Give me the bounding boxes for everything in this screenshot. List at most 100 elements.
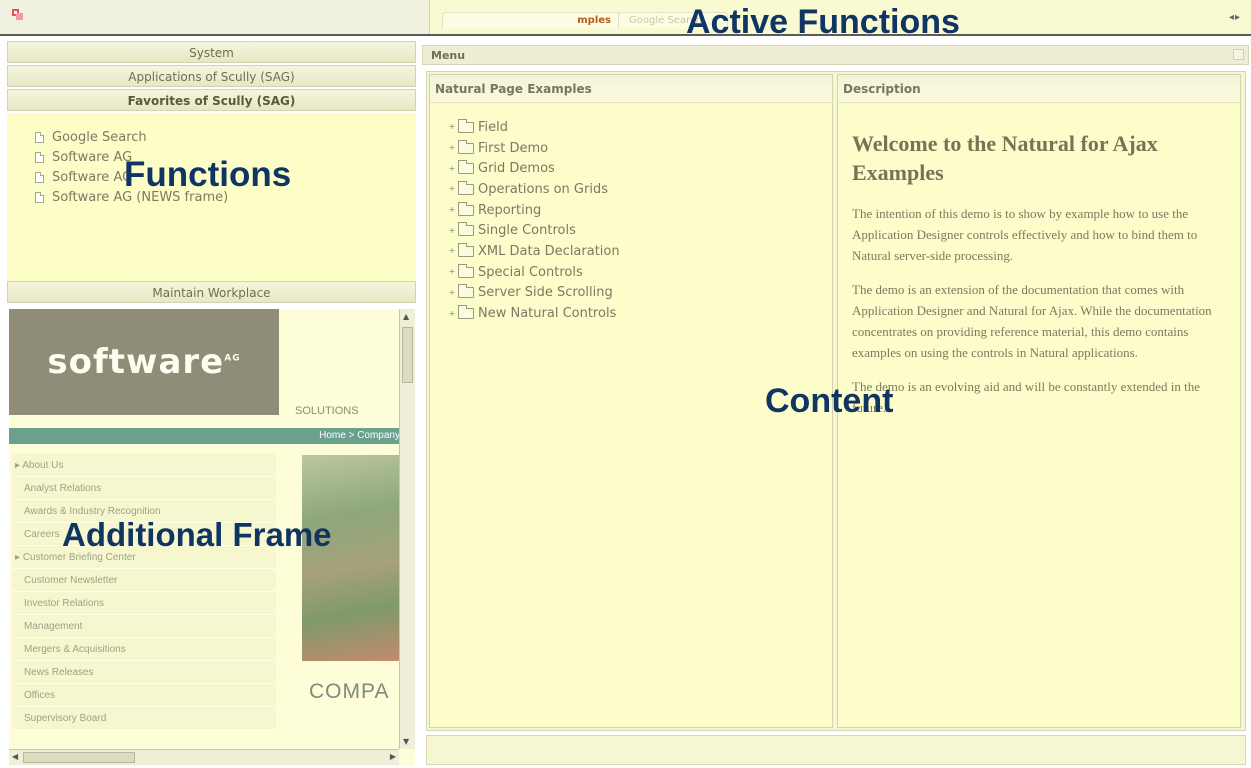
favorite-label: Software AG: [52, 169, 133, 185]
examples-tree: + Field + First Demo + Grid Demos + Operatio…: [430, 103, 832, 324]
tree-item-server-side-scrolling[interactable]: + Server Side Scrolling: [448, 283, 832, 304]
tree-item-reporting[interactable]: + Reporting: [448, 200, 832, 221]
document-icon: [35, 131, 44, 143]
tree-label: Single Controls: [478, 223, 576, 239]
folder-icon: [458, 160, 474, 175]
description-paragraph: The demo is an evolving aid and will be …: [852, 379, 1201, 415]
breadcrumb-bar: Home > Company: [9, 428, 400, 444]
nav-label: Customer Briefing Center: [22, 552, 136, 563]
document-icon: [35, 151, 44, 163]
expand-icon[interactable]: +: [448, 185, 456, 193]
nav-item-offices[interactable]: Offices: [12, 684, 276, 707]
tree-label: Reporting: [478, 202, 542, 218]
nav-item-analyst-relations[interactable]: Analyst Relations: [12, 477, 276, 500]
city-photo: [302, 455, 400, 661]
nav-item-mergers[interactable]: Mergers & Acquisitions: [12, 638, 276, 661]
tree-label: First Demo: [478, 140, 549, 156]
nav-item-news-releases[interactable]: News Releases: [12, 661, 276, 684]
software-ag-logo[interactable]: softwareAG: [9, 309, 279, 415]
accordion-applications[interactable]: Applications of Scully (SAG): [7, 65, 416, 87]
menu-title: Menu: [431, 49, 466, 62]
expand-icon[interactable]: +: [448, 206, 456, 214]
tree-item-special-controls[interactable]: + Special Controls: [448, 262, 832, 283]
folder-icon: [458, 139, 474, 154]
accordion-system[interactable]: System: [7, 41, 416, 63]
logo-sup: AG: [224, 353, 241, 364]
nav-item-supervisory-board[interactable]: Supervisory Board: [12, 707, 276, 730]
annotation-content: Content: [765, 382, 894, 420]
folder-icon: [458, 201, 474, 216]
expand-icon[interactable]: +: [448, 226, 456, 235]
description-body: Welcome to the Natural for Ajax Examples…: [838, 103, 1240, 418]
tree-label: Grid Demos: [478, 161, 555, 177]
close-icon[interactable]: [1233, 49, 1244, 60]
solutions-link[interactable]: SOLUTIONS: [295, 405, 359, 417]
folder-icon: [458, 118, 474, 133]
tree-label: Server Side Scrolling: [478, 285, 613, 301]
tree-item-new-natural-controls[interactable]: + New Natural Controls: [448, 303, 832, 324]
tree-item-field[interactable]: + Field: [448, 117, 832, 138]
tab-scroll-arrows-icon[interactable]: ◂▸: [1229, 12, 1241, 23]
tree-label: New Natural Controls: [478, 306, 617, 322]
accordion-maintain-workplace[interactable]: Maintain Workplace: [7, 281, 416, 303]
annotation-additional-frame: Additional Frame: [62, 516, 332, 553]
annotation-functions: Functions: [124, 155, 292, 194]
nav-item-management[interactable]: Management: [12, 615, 276, 638]
description-paragraph: The demo is an extension of the document…: [852, 282, 1212, 360]
tree-item-xml-data-declaration[interactable]: + XML Data Declaration: [448, 241, 832, 262]
vertical-scrollbar[interactable]: ▲ ▼: [399, 309, 415, 749]
nav-item-customer-newsletter[interactable]: Customer Newsletter: [12, 569, 276, 592]
folder-icon: [458, 180, 474, 195]
tree-label: XML Data Declaration: [478, 243, 620, 259]
tree-item-single-controls[interactable]: + Single Controls: [448, 220, 832, 241]
folder-icon: [458, 305, 474, 320]
tab-label: mples: [577, 15, 611, 26]
favorites-list: Google Search Software AG Software AG So…: [7, 113, 416, 281]
horizontal-scrollbar[interactable]: ◀ ▶: [9, 749, 399, 765]
scroll-down-icon[interactable]: ▼: [403, 737, 409, 746]
scroll-right-icon[interactable]: ▶: [390, 752, 396, 761]
folder-icon: [458, 242, 474, 257]
app-logo-icon[interactable]: [12, 9, 24, 21]
nav-item-investor-relations[interactable]: Investor Relations: [12, 592, 276, 615]
scroll-thumb[interactable]: [402, 327, 413, 383]
expand-icon[interactable]: +: [448, 309, 456, 318]
tab-natural-examples[interactable]: mples: [442, 12, 620, 28]
favorite-label: Software AG: [52, 149, 133, 165]
description-paragraph: The intention of this demo is to show by…: [852, 206, 1198, 263]
logo-text: software: [47, 342, 225, 382]
menu-bar: Menu: [422, 45, 1249, 65]
tree-item-grid-demos[interactable]: + Grid Demos: [448, 158, 832, 179]
expand-icon[interactable]: +: [448, 164, 456, 173]
expand-icon[interactable]: +: [448, 247, 456, 255]
scroll-thumb[interactable]: [23, 752, 135, 763]
tree-item-operations-on-grids[interactable]: + Operations on Grids: [448, 179, 832, 200]
scroll-left-icon[interactable]: ◀: [12, 752, 18, 761]
favorite-label: Google Search: [52, 129, 147, 145]
document-icon: [35, 191, 44, 203]
annotation-active-functions: Active Functions: [686, 3, 960, 41]
favorite-item-google-search[interactable]: Google Search: [35, 127, 416, 147]
description-pane: Description Welcome to the Natural for A…: [837, 74, 1241, 728]
nav-label: About Us: [22, 460, 64, 471]
tree-item-first-demo[interactable]: + First Demo: [448, 138, 832, 159]
description-title: Welcome to the Natural for Ajax Examples: [852, 131, 1158, 185]
company-heading: COMPA: [309, 680, 390, 703]
expand-icon[interactable]: +: [448, 288, 456, 297]
folder-icon: [458, 284, 474, 299]
pane-title: Natural Page Examples: [430, 75, 832, 103]
expand-icon[interactable]: +: [448, 144, 456, 152]
folder-icon: [458, 263, 474, 278]
folder-icon: [458, 222, 474, 237]
pane-title: Description: [838, 75, 1240, 103]
top-bar: mples Google Search ◂▸: [0, 0, 1251, 36]
accordion-favorites[interactable]: Favorites of Scully (SAG): [7, 89, 416, 111]
expand-icon[interactable]: +: [448, 123, 456, 131]
tree-label: Special Controls: [478, 264, 583, 280]
tree-label: Operations on Grids: [478, 181, 608, 197]
top-bar-left: [0, 0, 430, 34]
expand-icon[interactable]: +: [448, 268, 456, 276]
nav-item-about-us[interactable]: ▸ About Us: [12, 454, 276, 477]
scroll-up-icon[interactable]: ▲: [403, 312, 409, 321]
breadcrumb[interactable]: Home > Company: [319, 430, 400, 441]
